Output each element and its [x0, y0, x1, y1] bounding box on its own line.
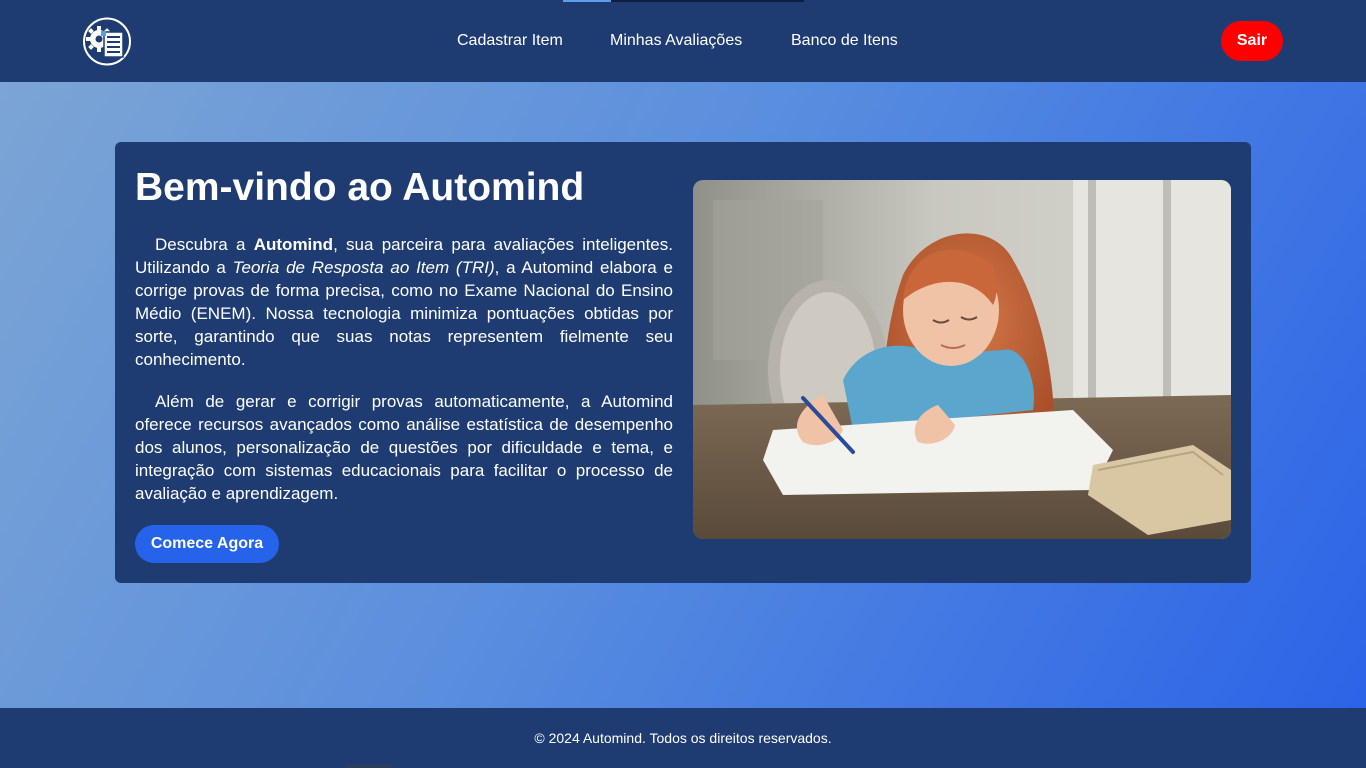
nav-links: Cadastrar Item Minhas Avaliações Banco d… — [0, 31, 1366, 51]
tri-term: Teoria de Resposta ao Item (TRI) — [232, 258, 495, 277]
nav-accent-highlight — [563, 0, 611, 2]
nav-link-cadastrar-item[interactable]: Cadastrar Item — [457, 31, 563, 51]
copyright-text: © 2024 Automind. Todos os direitos reser… — [534, 730, 832, 746]
brand-name: Automind — [253, 235, 334, 254]
intro-paragraph: Descubra a Automind, sua parceira para a… — [135, 233, 673, 371]
hero-photo — [693, 180, 1231, 539]
nav-link-minhas-avaliacoes[interactable]: Minhas Avaliações — [610, 31, 742, 51]
page-title: Bem-vindo ao Automind — [135, 166, 585, 209]
intro-text-1: Descubra a — [155, 235, 254, 254]
welcome-card: Bem-vindo ao Automind Descubra a Automin… — [115, 142, 1251, 583]
nav-link-banco-de-itens[interactable]: Banco de Itens — [791, 31, 898, 51]
logout-button[interactable]: Sair — [1221, 21, 1283, 61]
features-paragraph: Além de gerar e corrigir provas automati… — [135, 392, 673, 503]
page-footer: © 2024 Automind. Todos os direitos reser… — [0, 708, 1366, 768]
top-navbar: Cadastrar Item Minhas Avaliações Banco d… — [0, 0, 1366, 82]
get-started-button[interactable]: Comece Agora — [135, 525, 279, 563]
